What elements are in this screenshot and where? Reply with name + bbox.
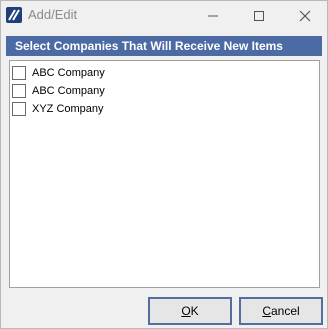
company-checkbox[interactable] [12,102,26,116]
ok-button-label: OK [181,304,199,318]
app-logo-icon [6,7,22,23]
cancel-button[interactable]: Cancel [239,297,323,325]
maximize-icon [254,11,264,21]
title-bar: Add/Edit [1,1,327,31]
section-header: Select Companies That Will Receive New I… [6,36,322,56]
cancel-button-label: Cancel [262,304,300,318]
list-item-company-3[interactable]: XYZ Company [12,101,104,117]
company-checkbox[interactable] [12,66,26,80]
close-button[interactable] [282,1,328,31]
add-edit-window: Add/Edit Select Companies That Will Rece… [0,0,328,329]
company-list: ABC Company ABC Company XYZ Company [9,60,320,288]
company-checkbox[interactable] [12,84,26,98]
ok-button[interactable]: OK [148,297,232,325]
window-title: Add/Edit [28,7,78,22]
list-item-company-2[interactable]: ABC Company [12,83,105,99]
maximize-button[interactable] [236,1,282,31]
minimize-button[interactable] [190,1,236,31]
company-label: XYZ Company [32,103,104,115]
minimize-icon [208,15,218,17]
company-label: ABC Company [32,67,105,79]
company-label: ABC Company [32,85,105,97]
close-icon [299,10,311,22]
list-item-company-1[interactable]: ABC Company [12,65,105,81]
